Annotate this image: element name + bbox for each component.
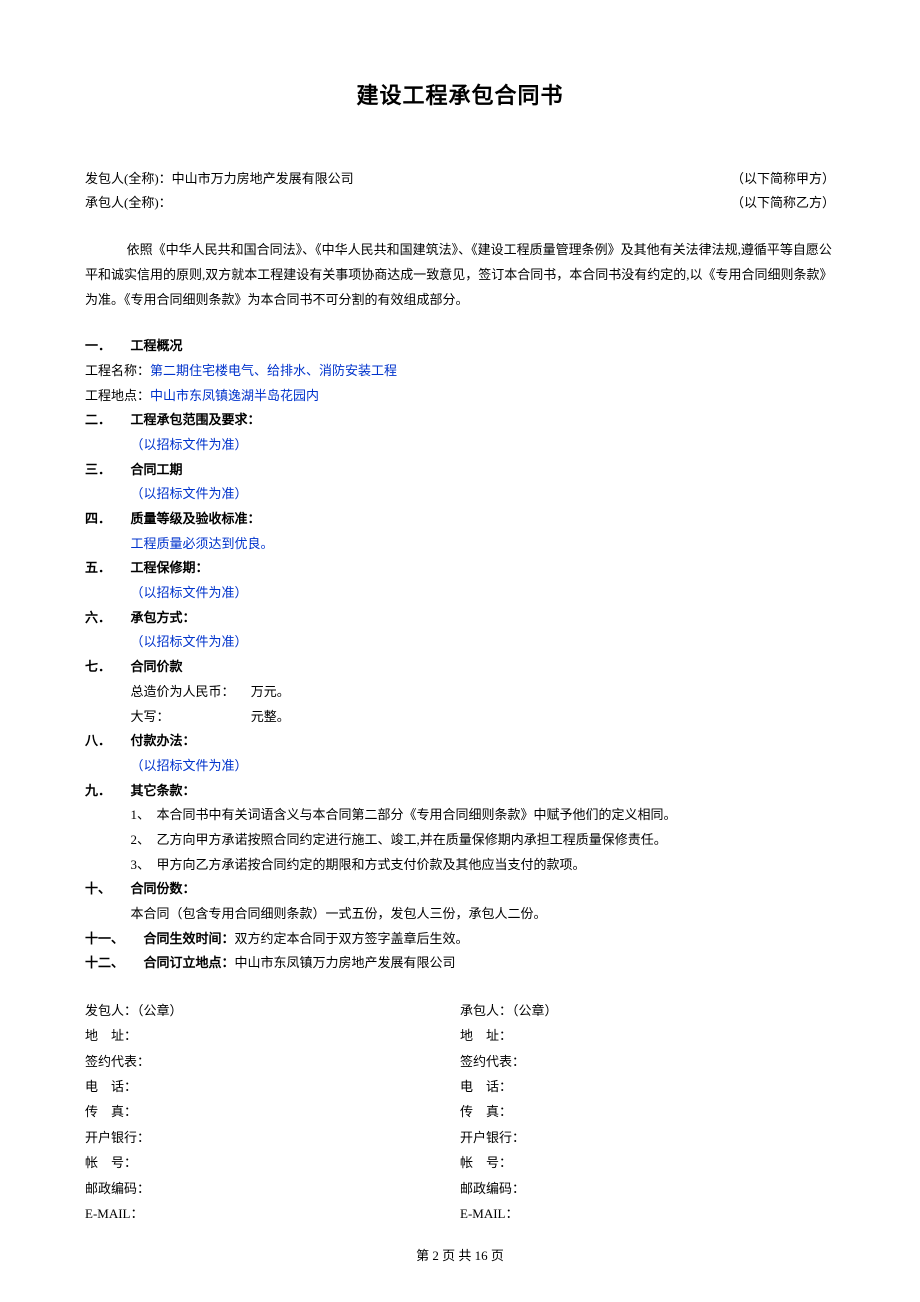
s7-row1-unit: 万元。 xyxy=(251,684,290,699)
section-6: 六． 承包方式： （以招标文件为准） xyxy=(85,606,835,655)
s4-num: 四． xyxy=(85,507,131,532)
s7-row2-label: 大写： xyxy=(131,705,248,730)
s2-content: （以招标文件为准） xyxy=(85,433,835,458)
s7-title: 合同价款 xyxy=(131,655,183,680)
section-5: 五． 工程保修期： （以招标文件为准） xyxy=(85,556,835,605)
s9-item-1: 1、 本合同书中有关词语含义与本合同第二部分《专用合同细则条款》中赋予他们的定义… xyxy=(85,803,835,828)
sig-left-addr: 地 址： xyxy=(85,1023,460,1048)
document-title: 建设工程承包合同书 xyxy=(85,75,835,117)
s8-title: 付款办法： xyxy=(131,729,196,754)
party-a-row: 发包人(全称)：中山市万力房地产发展有限公司 （以下简称甲方） xyxy=(85,167,835,192)
s3-num: 三． xyxy=(85,458,131,483)
s8-num: 八． xyxy=(85,729,131,754)
s6-title: 承包方式： xyxy=(131,606,196,631)
section-4: 四． 质量等级及验收标准： 工程质量必须达到优良。 xyxy=(85,507,835,556)
signature-block: 发包人：（公章） 地 址： 签约代表： 电 话： 传 真： 开户银行： 帐 号：… xyxy=(85,998,835,1226)
s1-title: 工程概况 xyxy=(131,334,183,359)
s6-content: （以招标文件为准） xyxy=(85,630,835,655)
s11-title: 合同生效时间： xyxy=(144,927,235,952)
s5-title: 工程保修期： xyxy=(131,556,209,581)
sig-right-zip: 邮政编码： xyxy=(460,1176,835,1201)
s6-num: 六． xyxy=(85,606,131,631)
s3-content: （以招标文件为准） xyxy=(85,482,835,507)
s5-num: 五． xyxy=(85,556,131,581)
party-a-alias: （以下简称甲方） xyxy=(731,167,835,192)
party-b-text: 承包人(全称)： xyxy=(85,191,172,216)
section-11: 十一、 合同生效时间： 双方约定本合同于双方签字盖章后生效。 xyxy=(85,927,835,952)
sig-right-col: 承包人：（公章） 地 址： 签约代表： 电 话： 传 真： 开户银行： 帐 号：… xyxy=(460,998,835,1226)
s2-num: 二． xyxy=(85,408,131,433)
page-footer: 第 2 页 共 16 页 xyxy=(85,1244,835,1269)
section-9: 九． 其它条款： 1、 本合同书中有关词语含义与本合同第二部分《专用合同细则条款… xyxy=(85,779,835,878)
sig-left-acct: 帐 号： xyxy=(85,1150,460,1175)
s11-num: 十一、 xyxy=(85,927,144,952)
intro-paragraph: 依照《中华人民共和国合同法》、《中华人民共和国建筑法》、《建设工程质量管理条例》… xyxy=(85,238,835,312)
s5-content: （以招标文件为准） xyxy=(85,581,835,606)
party-b-row: 承包人(全称)： （以下简称乙方） xyxy=(85,191,835,216)
party-b-alias: （以下简称乙方） xyxy=(731,191,835,216)
s1-name-value: 第二期住宅楼电气、给排水、消防安装工程 xyxy=(150,359,397,384)
sig-left-email: E-MAIL： xyxy=(85,1201,460,1226)
s7-row1-label: 总造价为人民币： xyxy=(131,680,248,705)
sig-right-header: 承包人：（公章） xyxy=(460,998,835,1023)
s4-content: 工程质量必须达到优良。 xyxy=(85,532,835,557)
sig-right-addr: 地 址： xyxy=(460,1023,835,1048)
s4-title: 质量等级及验收标准： xyxy=(131,507,261,532)
sig-left-tel: 电 话： xyxy=(85,1074,460,1099)
s3-title: 合同工期 xyxy=(131,458,183,483)
s9-title: 其它条款： xyxy=(131,779,196,804)
s12-content: 中山市东凤镇万力房地产发展有限公司 xyxy=(235,951,456,976)
section-10: 十、 合同份数： 本合同（包含专用合同细则条款）一式五份，发包人三份，承包人二份… xyxy=(85,877,835,926)
sig-left-col: 发包人：（公章） 地 址： 签约代表： 电 话： 传 真： 开户银行： 帐 号：… xyxy=(85,998,460,1226)
party-a-text: 发包人(全称)：中山市万力房地产发展有限公司 xyxy=(85,167,354,192)
sig-left-zip: 邮政编码： xyxy=(85,1176,460,1201)
sig-left-bank: 开户银行： xyxy=(85,1125,460,1150)
s1-name-label: 工程名称： xyxy=(85,359,150,384)
s12-title: 合同订立地点： xyxy=(144,951,235,976)
sig-right-fax: 传 真： xyxy=(460,1099,835,1124)
s10-num: 十、 xyxy=(85,877,131,902)
sig-right-email: E-MAIL： xyxy=(460,1201,835,1226)
sig-right-tel: 电 话： xyxy=(460,1074,835,1099)
s1-num: 一． xyxy=(85,334,131,359)
s11-content: 双方约定本合同于双方签字盖章后生效。 xyxy=(235,927,469,952)
s8-content: （以招标文件为准） xyxy=(85,754,835,779)
section-7: 七． 合同价款 总造价为人民币： 万元。 大写： 元整。 xyxy=(85,655,835,729)
sig-left-rep: 签约代表： xyxy=(85,1049,460,1074)
s9-num: 九． xyxy=(85,779,131,804)
sig-left-header: 发包人：（公章） xyxy=(85,998,460,1023)
s12-num: 十二、 xyxy=(85,951,144,976)
s1-loc-value: 中山市东凤镇逸湖半岛花园内 xyxy=(150,384,319,409)
s9-item-2: 2、 乙方向甲方承诺按照合同约定进行施工、竣工,并在质量保修期内承担工程质量保修… xyxy=(85,828,835,853)
s9-item-3: 3、 甲方向乙方承诺按合同约定的期限和方式支付价款及其他应当支付的款项。 xyxy=(85,853,835,878)
sig-right-bank: 开户银行： xyxy=(460,1125,835,1150)
s7-num: 七． xyxy=(85,655,131,680)
s10-title: 合同份数： xyxy=(131,877,196,902)
section-1: 一． 工程概况 工程名称： 第二期住宅楼电气、给排水、消防安装工程 工程地点： … xyxy=(85,334,835,408)
s10-content: 本合同（包含专用合同细则条款）一式五份，发包人三份，承包人二份。 xyxy=(85,902,835,927)
sig-left-fax: 传 真： xyxy=(85,1099,460,1124)
section-3: 三． 合同工期 （以招标文件为准） xyxy=(85,458,835,507)
section-2: 二． 工程承包范围及要求： （以招标文件为准） xyxy=(85,408,835,457)
sig-right-rep: 签约代表： xyxy=(460,1049,835,1074)
section-12: 十二、 合同订立地点： 中山市东凤镇万力房地产发展有限公司 xyxy=(85,951,835,976)
sig-right-acct: 帐 号： xyxy=(460,1150,835,1175)
s2-title: 工程承包范围及要求： xyxy=(131,408,261,433)
section-8: 八． 付款办法： （以招标文件为准） xyxy=(85,729,835,778)
s7-row2-unit: 元整。 xyxy=(251,709,290,724)
s1-loc-label: 工程地点： xyxy=(85,384,150,409)
